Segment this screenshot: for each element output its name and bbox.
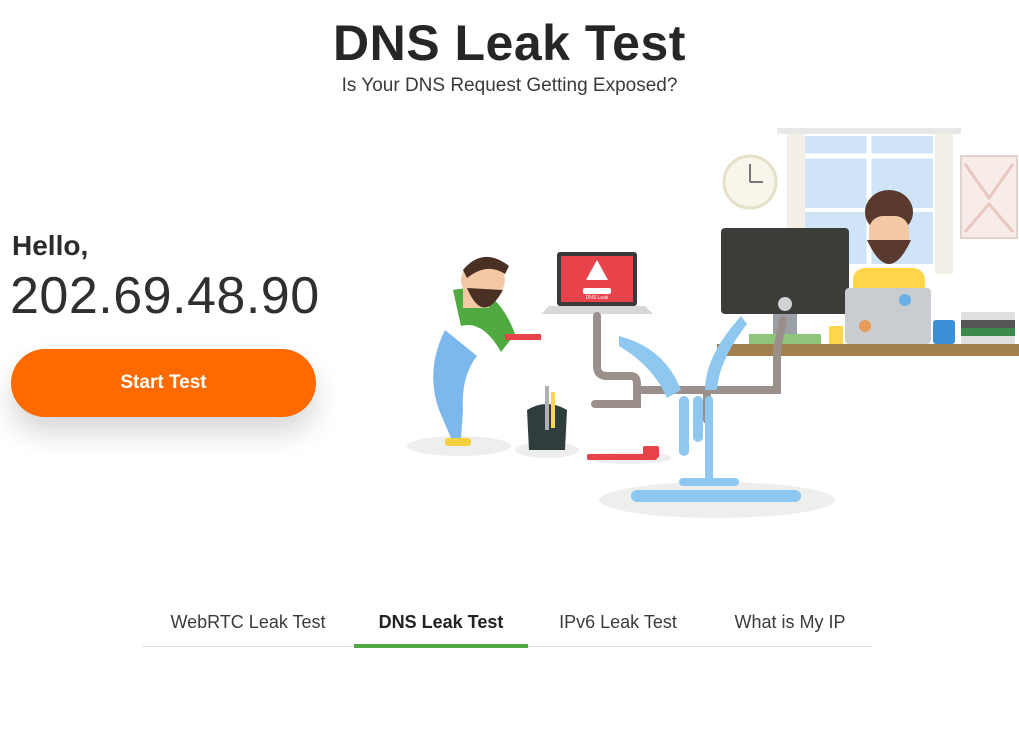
tab-what-is-my-ip[interactable]: What is My IP — [708, 598, 872, 646]
tab-dns-leak-test[interactable]: DNS Leak Test — [354, 598, 528, 648]
picture-frame-icon — [960, 155, 1018, 239]
mug-icon — [933, 320, 955, 344]
start-test-button[interactable]: Start Test — [11, 349, 316, 417]
books-icon — [961, 312, 1015, 344]
toolbag-icon — [515, 386, 579, 458]
desk — [717, 344, 1019, 356]
ip-address: 202.69.48.90 — [10, 267, 320, 325]
pencil-cup-icon — [829, 326, 843, 344]
tab-ipv6-leak-test[interactable]: IPv6 Leak Test — [528, 598, 708, 646]
pipe-wrench-icon — [587, 446, 671, 464]
laptop-alert-text: DNS Leak — [586, 295, 609, 301]
test-tabs: WebRTC Leak Test DNS Leak Test IPv6 Leak… — [142, 598, 872, 648]
clock-icon — [722, 154, 778, 210]
laptop-icon: DNS Leak — [541, 252, 653, 314]
greeting: Hello, — [12, 230, 89, 261]
page-subtitle: Is Your DNS Request Getting Exposed? — [341, 75, 678, 96]
tab-webrtc-leak-test[interactable]: WebRTC Leak Test — [142, 598, 354, 646]
dns-leak-illustration: DNS Leak — [407, 128, 1019, 518]
plumber-character — [407, 256, 541, 456]
page-title: DNS Leak Test — [333, 15, 686, 71]
